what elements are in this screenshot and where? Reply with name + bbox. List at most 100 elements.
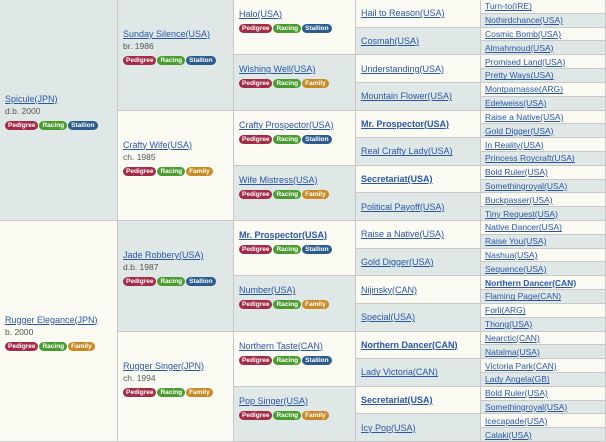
horse-link-buckpasser-usa[interactable]: Buckpasser(USA) <box>485 194 553 206</box>
horse-link-lady-angela-gb[interactable]: Lady Angela(GB) <box>485 373 550 385</box>
pedigree-badge[interactable]: Pedigree <box>239 410 273 420</box>
racing-badge[interactable]: Racing <box>157 277 186 286</box>
pedigree-badge[interactable]: Pedigree <box>239 300 273 310</box>
horse-link-thong-usa[interactable]: Thong(USA) <box>485 318 532 330</box>
horse-link-halo-usa[interactable]: Halo(USA) <box>239 8 350 20</box>
pedigree-badge[interactable]: Pedigree <box>5 341 39 351</box>
family-badge[interactable]: Family <box>302 410 329 420</box>
horse-link-crafty-wife-usa[interactable]: Crafty Wife(USA) <box>123 139 228 151</box>
horse-link-sunday-silence-usa[interactable]: Sunday Silence(USA) <box>123 28 228 40</box>
stallion-badge[interactable]: Stallion <box>302 134 332 144</box>
horse-link-montparnasse-arg[interactable]: Montparnasse(ARG) <box>485 83 563 95</box>
horse-link-spicule-jpn[interactable]: Spicule(JPN) <box>5 93 112 105</box>
horse-link-northern-taste-can[interactable]: Northern Taste(CAN) <box>239 340 350 352</box>
racing-badge[interactable]: Racing <box>273 24 302 33</box>
horse-link-lady-victoria-can[interactable]: Lady Victoria(CAN) <box>361 366 438 378</box>
horse-link-secretariat-usa[interactable]: Secretariat(USA) <box>361 173 433 185</box>
horse-link-pretty-ways-usa[interactable]: Pretty Ways(USA) <box>485 69 554 81</box>
horse-link-native-dancer-usa[interactable]: Native Dancer(USA) <box>485 221 562 233</box>
pedigree-badge[interactable]: Pedigree <box>123 166 157 176</box>
horse-link-understanding-usa[interactable]: Understanding(USA) <box>361 63 444 75</box>
stallion-badge[interactable]: Stallion <box>186 56 216 65</box>
horse-link-jade-robbery-usa[interactable]: Jade Robbery(USA) <box>123 249 228 261</box>
horse-link-icy-pop-usa[interactable]: Icy Pop(USA) <box>361 422 416 434</box>
horse-link-raise-you-usa[interactable]: Raise You(USA) <box>485 235 546 247</box>
horse-link-political-payoff-usa[interactable]: Political Payoff(USA) <box>361 201 444 213</box>
horse-link-bold-ruler-usa[interactable]: Bold Ruler(USA) <box>485 387 548 399</box>
racing-badge[interactable]: Racing <box>157 56 186 65</box>
stallion-badge[interactable]: Stallion <box>186 277 216 286</box>
horse-link-rugger-elegance-jpn[interactable]: Rugger Elegance(JPN) <box>5 314 112 326</box>
horse-link-real-crafty-lady-usa[interactable]: Real Crafty Lady(USA) <box>361 145 453 157</box>
horse-link-raise-a-native-usa[interactable]: Raise a Native(USA) <box>361 228 444 240</box>
horse-link-mountain-flower-usa[interactable]: Mountain Flower(USA) <box>361 90 452 102</box>
stallion-badge[interactable]: Stallion <box>302 245 332 254</box>
horse-link-cosmic-bomb-usa[interactable]: Cosmic Bomb(USA) <box>485 28 561 40</box>
horse-link-princess-roycraft-usa[interactable]: Princess Roycraft(USA) <box>485 152 575 164</box>
horse-link-somethingroyal-usa[interactable]: Somethingroyal(USA) <box>485 180 567 192</box>
pedigree-badge[interactable]: Pedigree <box>239 355 273 365</box>
pedigree-badge[interactable]: Pedigree <box>239 134 273 144</box>
horse-link-wishing-well-usa[interactable]: Wishing Well(USA) <box>239 63 350 75</box>
family-badge[interactable]: Family <box>186 166 213 176</box>
horse-link-somethingroyal-usa[interactable]: Somethingroyal(USA) <box>485 401 567 413</box>
racing-badge[interactable]: Racing <box>273 245 302 254</box>
horse-link-northern-dancer-can[interactable]: Northern Dancer(CAN) <box>361 339 458 351</box>
pedigree-badge[interactable]: Pedigree <box>123 387 157 397</box>
horse-link-mr-prospector-usa[interactable]: Mr. Prospector(USA) <box>361 118 449 130</box>
pedigree-badge[interactable]: Pedigree <box>239 245 273 254</box>
pedigree-badge[interactable]: Pedigree <box>239 79 273 89</box>
horse-link-promised-land-usa[interactable]: Promised Land(USA) <box>485 56 565 68</box>
horse-link-sequence-usa[interactable]: Sequence(USA) <box>485 263 546 275</box>
horse-link-victoria-park-can[interactable]: Victoria Park(CAN) <box>485 360 557 372</box>
family-badge[interactable]: Family <box>302 79 329 89</box>
horse-link-nashua-usa[interactable]: Nashua(USA) <box>485 249 537 261</box>
horse-link-pop-singer-usa[interactable]: Pop Singer(USA) <box>239 395 350 407</box>
horse-link-gold-digger-usa[interactable]: Gold Digger(USA) <box>361 256 434 268</box>
pedigree-badge[interactable]: Pedigree <box>239 24 273 33</box>
horse-link-crafty-prospector-usa[interactable]: Crafty Prospector(USA) <box>239 119 350 131</box>
family-badge[interactable]: Family <box>68 341 95 351</box>
horse-link-forli-arg[interactable]: Forli(ARG) <box>485 304 526 316</box>
racing-badge[interactable]: Racing <box>273 410 302 420</box>
stallion-badge[interactable]: Stallion <box>302 355 332 365</box>
racing-badge[interactable]: Racing <box>273 355 302 365</box>
family-badge[interactable]: Family <box>186 387 213 397</box>
racing-badge[interactable]: Racing <box>273 300 302 310</box>
family-badge[interactable]: Family <box>302 189 329 199</box>
horse-link-wife-mistress-usa[interactable]: Wife Mistress(USA) <box>239 174 350 186</box>
horse-link-natalma-usa[interactable]: Natalma(USA) <box>485 346 540 358</box>
stallion-badge[interactable]: Stallion <box>68 120 98 130</box>
horse-link-raise-a-native-usa[interactable]: Raise a Native(USA) <box>485 111 563 123</box>
horse-link-almahmoud-usa[interactable]: Almahmoud(USA) <box>485 42 554 54</box>
family-badge[interactable]: Family <box>302 300 329 310</box>
horse-link-nijinsky-can[interactable]: Nijinsky(CAN) <box>361 284 417 296</box>
pedigree-badge[interactable]: Pedigree <box>123 56 157 65</box>
pedigree-badge[interactable]: Pedigree <box>239 189 273 199</box>
horse-link-nothirdchance-usa[interactable]: Nothirdchance(USA) <box>485 14 563 26</box>
horse-link-gold-digger-usa[interactable]: Gold Digger(USA) <box>485 125 554 137</box>
horse-link-in-reality-usa[interactable]: In Reality(USA) <box>485 139 544 151</box>
horse-link-tiny-request-usa[interactable]: Tiny Request(USA) <box>485 208 558 220</box>
horse-link-edelweiss-usa[interactable]: Edelweiss(USA) <box>485 97 546 109</box>
horse-link-hail-to-reason-usa[interactable]: Hail to Reason(USA) <box>361 7 445 19</box>
horse-link-rugger-singer-jpn[interactable]: Rugger Singer(JPN) <box>123 360 228 372</box>
racing-badge[interactable]: Racing <box>157 387 186 397</box>
racing-badge[interactable]: Racing <box>39 341 68 351</box>
horse-link-turn-to-ire[interactable]: Turn-to(IRE) <box>485 0 532 12</box>
racing-badge[interactable]: Racing <box>273 79 302 89</box>
racing-badge[interactable]: Racing <box>157 166 186 176</box>
horse-link-calaki-usa[interactable]: Calaki(USA) <box>485 429 532 441</box>
racing-badge[interactable]: Racing <box>273 134 302 144</box>
pedigree-badge[interactable]: Pedigree <box>5 120 39 130</box>
horse-link-flaming-page-can[interactable]: Flaming Page(CAN) <box>485 290 561 302</box>
horse-link-bold-ruler-usa[interactable]: Bold Ruler(USA) <box>485 166 548 178</box>
pedigree-badge[interactable]: Pedigree <box>123 277 157 286</box>
horse-link-mr-prospector-usa[interactable]: Mr. Prospector(USA) <box>239 229 350 241</box>
racing-badge[interactable]: Racing <box>39 120 68 130</box>
horse-link-cosmah-usa[interactable]: Cosmah(USA) <box>361 35 419 47</box>
horse-link-nearctic-can[interactable]: Nearctic(CAN) <box>485 332 540 344</box>
horse-link-number-usa[interactable]: Number(USA) <box>239 284 350 296</box>
racing-badge[interactable]: Racing <box>273 189 302 199</box>
horse-link-northern-dancer-can[interactable]: Northern Dancer(CAN) <box>485 277 576 289</box>
